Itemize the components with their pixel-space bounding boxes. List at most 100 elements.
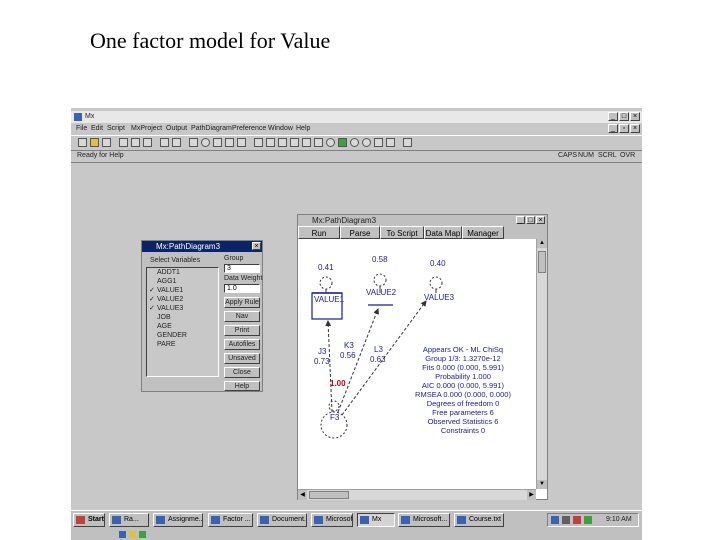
open-folder-icon[interactable] [90, 138, 99, 147]
box-tool-icon[interactable] [189, 138, 198, 147]
variable-checkbox[interactable]: ✓ [149, 304, 157, 313]
taskbar-button[interactable]: Assignme... [153, 513, 203, 527]
close-button[interactable]: × [630, 112, 640, 121]
scroll-down-arrow[interactable]: ▼ [537, 480, 547, 489]
scroll-up-arrow[interactable]: ▲ [537, 239, 547, 248]
menu-help[interactable]: Help [296, 125, 310, 132]
taskbar-button[interactable]: Course.txt [454, 513, 504, 527]
variable-list-item[interactable]: AGG1 [149, 277, 218, 286]
help-icon[interactable] [403, 138, 412, 147]
nav-button[interactable]: Nav [224, 311, 260, 322]
horizontal-scrollbar[interactable]: ◀ ▶ [298, 489, 536, 500]
paste-icon[interactable] [143, 138, 152, 147]
variable-list-item[interactable]: ✓ VALUE2 [149, 295, 218, 304]
layout-icon[interactable] [386, 138, 395, 147]
menu-mxproject[interactable]: MxProject [131, 125, 162, 132]
tray-icon-volume[interactable] [562, 516, 570, 524]
factor-label[interactable]: F3 [330, 413, 339, 422]
variable-label-value3[interactable]: VALUE3 [424, 293, 454, 302]
arrow-single-icon[interactable] [254, 138, 263, 147]
vertical-scrollbar[interactable]: ▲ ▼ [536, 239, 547, 489]
menu-pathdiagram[interactable]: PathDiagram [191, 125, 232, 132]
tab-manager[interactable]: Manager [462, 226, 504, 239]
variable-checkbox[interactable]: ✓ [149, 286, 157, 295]
menu-edit[interactable]: Edit [91, 125, 103, 132]
select-icon[interactable] [278, 138, 287, 147]
taskbar-button[interactable]: Microsoft... [398, 513, 450, 527]
curve-tool-icon[interactable] [314, 138, 323, 147]
save-icon[interactable] [102, 138, 111, 147]
diagram-close-button[interactable]: × [536, 216, 545, 224]
menu-preference[interactable]: Preference [232, 125, 266, 132]
weight-field[interactable]: 1.0 [224, 284, 260, 293]
tray-icon-network[interactable] [551, 516, 559, 524]
refresh-icon[interactable] [326, 138, 335, 147]
diagram-maximize-button[interactable]: □ [526, 216, 535, 224]
tab-parse[interactable]: Parse [340, 226, 380, 239]
menu-script[interactable]: Script [107, 125, 125, 132]
variable-list-item[interactable]: ADDT1 [149, 268, 218, 277]
tab-data-map[interactable]: Data Map [424, 226, 462, 239]
taskbar-button[interactable]: Mx [357, 513, 395, 527]
tab-run[interactable]: Run [298, 226, 340, 239]
taskbar-button[interactable]: Document... [257, 513, 307, 527]
doc-restore-button[interactable]: ▫ [619, 124, 629, 133]
dialog-close-button[interactable]: × [252, 242, 261, 250]
print-button[interactable]: Print [224, 325, 260, 336]
chart-icon[interactable] [225, 138, 234, 147]
zoom-out-icon[interactable] [362, 138, 371, 147]
cut-icon[interactable] [119, 138, 128, 147]
print-icon[interactable] [160, 138, 169, 147]
diagram-minimize-button[interactable]: _ [516, 216, 525, 224]
unsaved-button[interactable]: Unsaved [224, 353, 260, 364]
dialog-help-button[interactable]: Help [224, 381, 260, 391]
text-tool-icon[interactable] [290, 138, 299, 147]
maximize-button[interactable]: □ [619, 112, 629, 121]
variable-list-item[interactable]: ✓ VALUE1 [149, 286, 218, 295]
group-field[interactable]: 3 [224, 264, 260, 273]
scroll-left-arrow[interactable]: ◀ [298, 490, 307, 500]
grid-icon[interactable] [213, 138, 222, 147]
hscroll-thumb[interactable] [309, 491, 349, 499]
run-icon[interactable] [172, 138, 181, 147]
tab-to-script[interactable]: To Script [380, 226, 424, 239]
variable-label-value1[interactable]: VALUE1 [314, 295, 344, 304]
tray-icon-shield[interactable] [584, 516, 592, 524]
quick-launch-mail-icon[interactable] [139, 531, 146, 538]
arrow-double-icon[interactable] [266, 138, 275, 147]
variable-list-item[interactable]: AGE [149, 322, 218, 331]
menu-file[interactable]: File [76, 125, 87, 132]
zoom-in-icon[interactable] [350, 138, 359, 147]
variable-list-item[interactable]: JOB [149, 313, 218, 322]
copy-icon[interactable] [131, 138, 140, 147]
variable-list[interactable]: ADDT1 AGG1 ✓ VALUE1 ✓ VALUE2 ✓ VALUE3 JOB AGE GEND… [146, 267, 219, 377]
table-icon[interactable] [237, 138, 246, 147]
taskbar-button[interactable]: Ra... [109, 513, 149, 527]
align-icon[interactable] [374, 138, 383, 147]
dialog-close-btn[interactable]: Close [224, 367, 260, 378]
autofiles-button[interactable]: Autofiles [224, 339, 260, 350]
doc-minimize-button[interactable]: _ [608, 124, 618, 133]
start-button[interactable]: Start [73, 513, 105, 527]
scroll-thumb[interactable] [538, 251, 546, 273]
taskbar-button[interactable]: Microsoft... [311, 513, 353, 527]
variable-checkbox[interactable]: ✓ [149, 295, 157, 304]
scroll-right-arrow[interactable]: ▶ [527, 490, 536, 500]
quick-launch-ie-icon[interactable] [119, 531, 126, 538]
circle-tool-icon[interactable] [201, 138, 210, 147]
minimize-button[interactable]: _ [608, 112, 618, 121]
apply-rule-button[interactable]: Apply Rule [224, 297, 260, 308]
tray-icon-antivirus[interactable] [573, 516, 581, 524]
taskbar-button[interactable]: Factor ... [208, 513, 253, 527]
variable-list-item[interactable]: GENDER [149, 331, 218, 340]
quick-launch-desktop-icon[interactable] [129, 531, 136, 538]
doc-close-button[interactable]: × [630, 124, 640, 133]
color-icon[interactable] [338, 138, 347, 147]
variable-label-value2[interactable]: VALUE2 [366, 288, 396, 297]
menu-output[interactable]: Output [166, 125, 187, 132]
menu-window[interactable]: Window [268, 125, 293, 132]
variable-list-item[interactable]: ✓ VALUE3 [149, 304, 218, 313]
new-file-icon[interactable] [78, 138, 87, 147]
line-tool-icon[interactable] [302, 138, 311, 147]
variable-list-item[interactable]: PARE [149, 340, 218, 349]
